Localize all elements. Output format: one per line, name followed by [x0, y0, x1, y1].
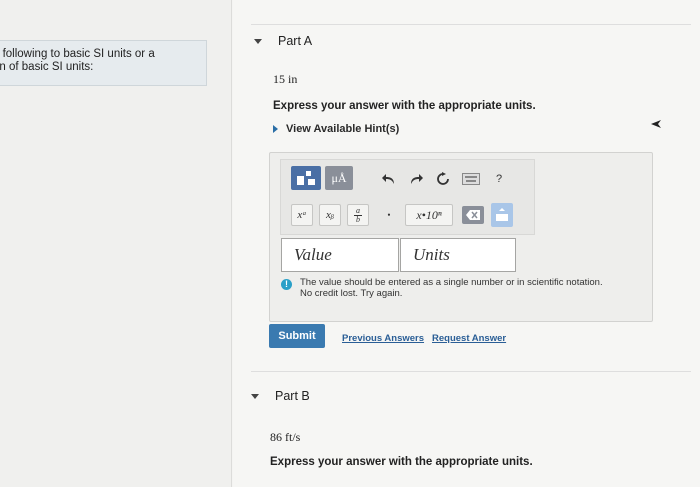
main-panel: Part A 15 in Express your answer with th…: [233, 0, 700, 487]
view-hints-toggle[interactable]: View Available Hint(s): [273, 123, 399, 135]
feedback-message: ! The value should be entered as a singl…: [281, 277, 603, 299]
superscript-button[interactable]: xᵃ: [291, 204, 313, 226]
fraction-denominator: b: [356, 214, 360, 224]
template-icon[interactable]: [291, 166, 321, 190]
units-button[interactable]: μÅ: [325, 166, 353, 190]
reset-icon[interactable]: [434, 170, 452, 188]
part-a-value: 15 in: [273, 72, 298, 86]
scientific-notation-button[interactable]: x•10ⁿ: [405, 204, 453, 226]
request-answer-link[interactable]: Request Answer: [432, 333, 506, 344]
dot-button[interactable]: •: [382, 206, 396, 224]
help-button[interactable]: ?: [491, 170, 507, 188]
problem-statement-box: e following to basic SI units or a on of…: [0, 40, 207, 86]
part-a-title: Part A: [278, 34, 313, 48]
part-b-header[interactable]: Part B: [251, 389, 310, 403]
expand-caret-icon: [273, 125, 278, 133]
subscript-button[interactable]: xᵦ: [319, 204, 341, 226]
submit-button[interactable]: Submit: [269, 324, 325, 348]
problem-statement-line-2: on of basic SI units:: [0, 61, 94, 73]
feedback-line-1: The value should be entered as a single …: [300, 277, 603, 288]
fraction-button[interactable]: a b: [347, 204, 369, 226]
mouse-cursor-icon: [651, 120, 661, 128]
collapse-caret-icon: [254, 38, 262, 44]
value-input[interactable]: Value: [281, 238, 399, 272]
fraction-numerator: a: [356, 205, 360, 215]
part-a-divider: [251, 24, 691, 25]
feedback-line-2: No credit lost. Try again.: [300, 288, 403, 299]
previous-answers-link[interactable]: Previous Answers: [342, 333, 424, 344]
keypad-icon[interactable]: [491, 203, 513, 227]
collapse-caret-icon: [251, 393, 259, 399]
left-panel: e following to basic SI units or a on of…: [0, 0, 232, 487]
part-b-instruction: Express your answer with the appropriate…: [270, 456, 533, 468]
warning-icon: !: [281, 279, 292, 290]
answer-box: μÅ ? xᵃ xᵦ a b • x•10ⁿ Value Units ! The…: [269, 152, 653, 322]
redo-icon[interactable]: [407, 170, 425, 188]
part-b-divider: [251, 371, 691, 372]
view-hints-label: View Available Hint(s): [286, 123, 400, 135]
units-input[interactable]: Units: [400, 238, 516, 272]
keyboard-icon[interactable]: [461, 171, 481, 187]
backspace-icon[interactable]: [462, 206, 484, 224]
problem-statement-line-1: e following to basic SI units or a: [0, 48, 155, 60]
undo-icon[interactable]: [380, 170, 398, 188]
math-toolbar: μÅ ? xᵃ xᵦ a b • x•10ⁿ: [280, 159, 535, 235]
part-b-value: 86 ft/s: [270, 430, 301, 444]
part-b-title: Part B: [275, 389, 310, 403]
part-a-instruction: Express your answer with the appropriate…: [273, 100, 536, 112]
part-a-header[interactable]: Part A: [254, 34, 312, 48]
